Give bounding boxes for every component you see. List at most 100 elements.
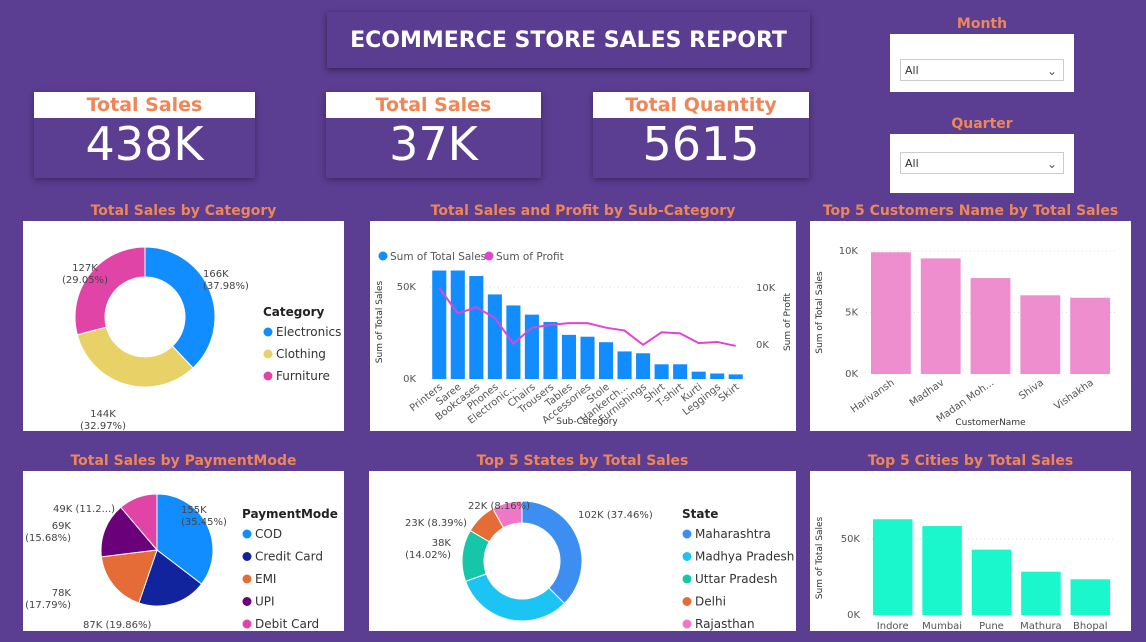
month-dropdown[interactable]: All ⌄ (900, 59, 1064, 81)
month-dropdown-value: All (905, 64, 919, 77)
legend-marker (682, 619, 692, 629)
pie-slice (144, 246, 216, 369)
quarter-dropdown-value: All (905, 157, 919, 170)
month-slicer-title: Month (890, 14, 1074, 34)
bar (598, 342, 614, 379)
bar (970, 278, 1011, 374)
legend-item: Uttar Pradesh (695, 572, 777, 586)
x-tick-label: Pune (979, 621, 1004, 631)
quarter-dropdown[interactable]: All ⌄ (900, 152, 1064, 174)
legend-item: Sum of Profit (496, 251, 564, 263)
x-tick-label: Mumbai (922, 621, 962, 631)
y-tick-label: 0K (845, 369, 858, 380)
data-label-percent: (17.79%) (25, 600, 71, 611)
pie-slice (521, 500, 583, 605)
legend-item: Rajasthan (695, 617, 755, 631)
y2-tick-label: 10K (756, 283, 776, 294)
legend-item: Madhya Pradesh (695, 550, 794, 564)
legend-title: PaymentMode (242, 507, 338, 521)
legend-item: Maharashtra (695, 527, 771, 541)
subcategory-combo-chart: Sum of Total Sales Sum of Profit 0K 50K 0K 10… (375, 251, 793, 427)
states-donut-chart: 102K (37.46%)87K (31.97%)38K(14.02%)23K … (405, 500, 794, 642)
data-label: 127K (72, 263, 98, 274)
legend-item: Clothing (276, 347, 326, 361)
legend-title: State (682, 507, 718, 521)
data-label-percent: (32.97%) (80, 421, 126, 431)
legend-item: Delhi (695, 595, 726, 609)
bar (487, 294, 502, 379)
legend-item: Sum of Total Sales (390, 251, 486, 263)
data-label: 49K (11.2...) (53, 504, 115, 515)
legend-marker (378, 251, 388, 261)
chart-title: Top 5 Cities by Total Sales (810, 451, 1131, 471)
x-tick-label: Bhopal (1073, 621, 1108, 631)
cities-bar-chart: 0K50KIndoreMumbaiPuneMathuraBhopalCitySu… (815, 516, 1115, 642)
bar (580, 336, 595, 379)
bar (524, 314, 539, 379)
y-axis-title: Sum of Total Sales (375, 280, 385, 363)
data-label: 22K (8.16%) (468, 501, 530, 512)
bar (636, 353, 651, 379)
subcategory-chart-panel: Total Sales and Profit by Sub-Category S… (370, 201, 796, 431)
bar (543, 322, 558, 379)
category-donut-chart: 166K(37.98%) 144K(32.97%) 127K(29.05%) Cate… (62, 246, 341, 432)
kpi-card-total-sales: Total Sales 438K (34, 92, 255, 178)
data-label: 38K (432, 538, 452, 549)
bar (870, 252, 911, 374)
legend-item: Credit Card (255, 550, 323, 564)
month-slicer: Month All ⌄ (890, 14, 1074, 92)
chart-title: Top 5 Customers Name by Total Sales (810, 201, 1131, 221)
y-tick-label: 50K (397, 282, 417, 293)
bar (673, 364, 688, 379)
data-label: 23K (8.39%) (405, 518, 467, 529)
y-tick-label: 0K (403, 374, 416, 385)
legend-marker (682, 574, 692, 584)
data-label: 166K (203, 269, 229, 280)
bar (710, 373, 725, 379)
data-label-percent: (37.98%) (203, 281, 249, 292)
pie-slice (464, 573, 566, 622)
legend-marker (242, 619, 252, 629)
bar (469, 276, 484, 379)
y-tick-label: 5K (845, 308, 858, 319)
customers-chart-panel: Top 5 Customers Name by Total Sales 0K 5K… (810, 201, 1131, 431)
bar (1020, 295, 1061, 374)
bar (450, 270, 465, 379)
x-tick-label: Shiva (1017, 377, 1046, 402)
legend-item: Debit Card (255, 617, 319, 631)
data-label: 102K (37.46%) (578, 510, 653, 521)
data-label: 144K (90, 409, 116, 420)
x-tick-label: Madhav (908, 377, 947, 409)
legend-marker (242, 529, 252, 539)
x-axis-title: CustomerName (955, 418, 1026, 428)
pie-slice (74, 246, 146, 336)
x-tick-label: Skirt (717, 382, 742, 405)
data-label-percent: (15.68%) (25, 533, 71, 544)
chevron-down-icon: ⌄ (1046, 157, 1057, 171)
data-label-percent: (29.05%) (62, 275, 108, 286)
legend-marker (484, 251, 494, 261)
kpi-label: Total Sales (326, 92, 541, 118)
payment-chart-panel: Total Sales by PaymentMode 155K (35.45%) 8… (23, 451, 344, 631)
legend-item: Electronics (276, 325, 341, 339)
bar (971, 549, 1012, 615)
kpi-value: 37K (389, 117, 478, 171)
legend-marker (682, 597, 692, 606)
report-title-text: ECOMMERCE STORE SALES REPORT (350, 27, 787, 53)
bar (654, 364, 669, 379)
legend-item: UPI (255, 595, 275, 609)
data-label: 69K (52, 521, 72, 532)
bar (691, 371, 706, 379)
bar (1021, 571, 1061, 615)
y-axis-title: Sum of Total Sales (815, 516, 825, 599)
legend-marker (682, 552, 692, 561)
legend-marker (242, 597, 252, 606)
legend-marker (263, 349, 273, 359)
payment-pie-chart: 155K(35.45%) 87K (19.86%) 78K(17.79%) 69K(1… (25, 493, 338, 631)
quarter-slicer-title: Quarter (890, 114, 1074, 134)
legend-marker (682, 529, 692, 539)
quarter-slicer: Quarter All ⌄ (890, 114, 1074, 193)
legend-item: COD (255, 527, 282, 541)
x-tick-label: Vishakha (1052, 377, 1095, 412)
bar (617, 351, 632, 379)
